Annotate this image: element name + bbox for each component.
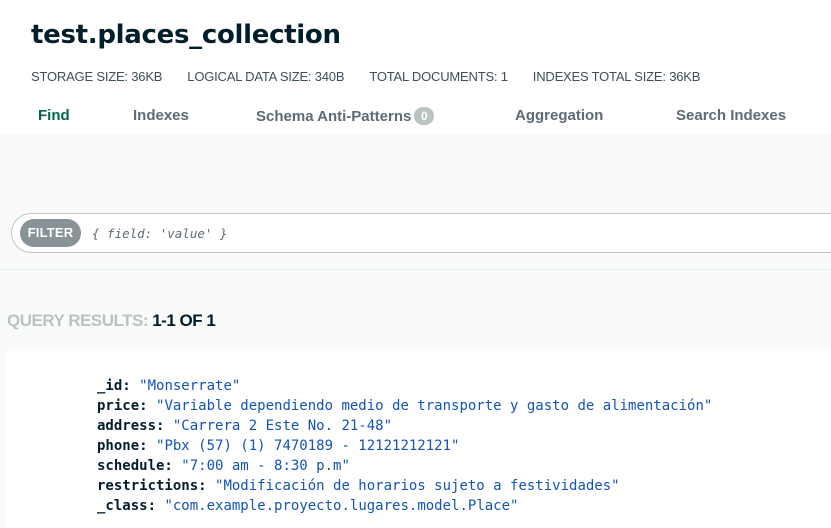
field-value: "7:00 am - 8:30 p.m" [181, 458, 350, 474]
field-restrictions: restrictions: "Modificación de horarios … [97, 476, 712, 496]
tab-find[interactable]: Find [38, 107, 70, 124]
field-value: "Variable dependiendo medio de transport… [156, 398, 713, 414]
filter-input[interactable] [92, 220, 792, 246]
field-id: _id: "Monserrate" [97, 376, 712, 396]
stat-storage-size: STORAGE SIZE: 36KB [31, 69, 162, 84]
field-key: phone: [97, 438, 148, 454]
schema-count-badge: 0 [414, 107, 435, 125]
tab-schema-label: Schema Anti-Patterns [256, 108, 412, 125]
field-value: "com.example.proyecto.lugares.model.Plac… [164, 498, 519, 514]
stat-label: LOGICAL DATA SIZE: [187, 69, 312, 84]
stat-label: STORAGE SIZE: [31, 69, 128, 84]
field-key: price: [97, 398, 148, 414]
query-toolbar: FILTER [0, 134, 831, 270]
query-results-count: 1-1 OF 1 [152, 311, 216, 330]
field-key: restrictions: [97, 478, 207, 494]
field-price: price: "Variable dependiendo medio de tr… [97, 396, 712, 416]
field-schedule: schedule: "7:00 am - 8:30 p.m" [97, 456, 712, 476]
collection-title: test.places_collection [31, 20, 341, 50]
stat-value: 1 [500, 69, 508, 84]
field-key: address: [97, 418, 165, 434]
field-address: address: "Carrera 2 Este No. 21-48" [97, 416, 712, 436]
filter-bar: FILTER [11, 213, 831, 253]
document-card[interactable]: _id: "Monserrate" price: "Variable depen… [7, 351, 831, 528]
collection-header: test.places_collection STORAGE SIZE: 36K… [0, 0, 831, 134]
stat-logical-data-size: LOGICAL DATA SIZE: 340B [187, 69, 344, 84]
field-key: _class: [97, 498, 157, 514]
stat-value: 36KB [669, 69, 701, 84]
field-phone: phone: "Pbx (57) (1) 7470189 - 121212121… [97, 436, 712, 456]
field-value: "Modificación de horarios sujeto a festi… [215, 478, 620, 494]
collection-stats: STORAGE SIZE: 36KB LOGICAL DATA SIZE: 34… [31, 69, 700, 84]
field-value: "Monserrate" [139, 378, 241, 394]
stat-label: TOTAL DOCUMENTS: [369, 69, 498, 84]
tab-indexes[interactable]: Indexes [133, 107, 189, 124]
tab-schema-anti-patterns[interactable]: Schema Anti-Patterns 0 [256, 107, 435, 125]
field-key: schedule: [97, 458, 173, 474]
query-results-label: QUERY RESULTS: [7, 311, 148, 330]
stat-indexes-total-size: INDEXES TOTAL SIZE: 36KB [532, 69, 701, 84]
filter-button[interactable]: FILTER [20, 219, 81, 247]
tab-aggregation[interactable]: Aggregation [515, 107, 603, 124]
stat-label: INDEXES TOTAL SIZE: [532, 69, 666, 84]
document-fields: _id: "Monserrate" price: "Variable depen… [97, 376, 712, 516]
query-results-summary: QUERY RESULTS: 1-1 OF 1 [7, 311, 216, 331]
field-value: "Pbx (57) (1) 7470189 - 12121212121" [156, 438, 460, 454]
collection-tabs: Find Indexes Schema Anti-Patterns 0 Aggre… [0, 100, 831, 134]
results-area: QUERY RESULTS: 1-1 OF 1 _id: "Monserrate… [0, 270, 831, 528]
field-class: _class: "com.example.proyecto.lugares.mo… [97, 496, 712, 516]
tab-search-indexes[interactable]: Search Indexes [676, 107, 786, 124]
stat-total-documents: TOTAL DOCUMENTS: 1 [369, 69, 508, 84]
field-value: "Carrera 2 Este No. 21-48" [172, 418, 393, 434]
stat-value: 340B [314, 69, 345, 84]
stat-value: 36KB [131, 69, 163, 84]
field-key: _id: [97, 378, 131, 394]
